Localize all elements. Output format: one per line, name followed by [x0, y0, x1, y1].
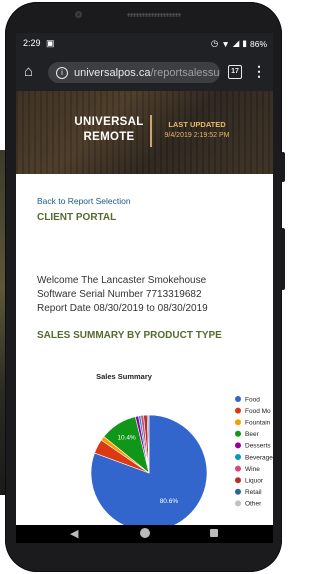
- sales-summary-heading: SALES SUMMARY BY PRODUCT TYPE: [37, 330, 222, 341]
- front-camera-icon: [75, 11, 82, 18]
- welcome-text: Welcome The Lancaster Smokehouse: [37, 275, 207, 286]
- legend-label[interactable]: Beverage: [245, 454, 273, 461]
- legend-swatch: [235, 407, 241, 414]
- legend-label[interactable]: Beer: [245, 431, 260, 438]
- url-path: /reportsalessum: [150, 66, 220, 79]
- legend-label[interactable]: Desserts: [245, 443, 271, 450]
- pie-data-label: 10.4%: [117, 434, 136, 441]
- info-icon[interactable]: i: [56, 66, 68, 79]
- back-triangle-icon[interactable]: ◀: [70, 527, 78, 540]
- legend-swatch: [235, 430, 241, 437]
- android-nav-bar: ◀: [16, 525, 273, 543]
- legend-swatch: [235, 396, 241, 402]
- banner-divider: [150, 115, 152, 147]
- last-updated-label: LAST UPDATED: [168, 120, 226, 129]
- legend-swatch: [235, 488, 241, 495]
- phone-frame: 2:29 ▣ ◷ ▼ ◢ ▮ 86% ⌂ i universalpos.ca/r…: [5, 2, 282, 572]
- volume-button: [281, 228, 285, 290]
- serial-number-text: Software Serial Number 7713319682: [37, 289, 202, 300]
- photo-icon: ▣: [46, 38, 55, 48]
- url-host: universalpos.ca: [74, 66, 151, 79]
- alarm-icon: ◷: [210, 38, 219, 48]
- brand-name-line1: UNIVERSAL: [74, 116, 144, 128]
- phone-screen: 2:29 ▣ ◷ ▼ ◢ ▮ 86% ⌂ i universalpos.ca/r…: [16, 33, 273, 543]
- legend-swatch: [235, 419, 241, 426]
- address-bar[interactable]: i universalpos.ca/reportsalessum: [48, 62, 220, 83]
- pie-data-label: 80.6%: [160, 498, 179, 505]
- legend-label[interactable]: Liquor: [245, 478, 264, 485]
- sales-summary-chart: Sales Summary 80.6% 10.4% Food Food Mo Foun…: [90, 372, 273, 532]
- site-banner: UNIVERSAL REMOTE LAST UPDATED 9/4/2019 2…: [16, 91, 273, 174]
- legend-swatch: [235, 500, 241, 507]
- brand-name-line2: REMOTE: [83, 131, 135, 143]
- more-vert-icon[interactable]: ⋮: [252, 64, 266, 78]
- status-bar: 2:29 ▣ ◷ ▼ ◢ ▮ 86%: [16, 33, 273, 53]
- legend-swatch: [235, 477, 241, 484]
- legend-label[interactable]: Wine: [245, 466, 260, 473]
- battery-level: 86%: [249, 38, 267, 49]
- home-icon[interactable]: ⌂: [24, 63, 33, 81]
- page-content: Back to Report Selection CLIENT PORTAL W…: [16, 174, 273, 532]
- tab-switcher-button[interactable]: 17: [228, 65, 242, 79]
- status-time: 2:29: [23, 38, 41, 48]
- legend-label[interactable]: Retail: [245, 489, 262, 496]
- back-to-report-selection-link[interactable]: Back to Report Selection: [37, 196, 131, 206]
- legend-swatch: [235, 442, 241, 449]
- last-updated-value: 9/4/2019 2:19:52 PM: [164, 132, 230, 139]
- home-circle-icon[interactable]: [140, 528, 150, 538]
- legend-label[interactable]: Food Mo: [245, 408, 271, 415]
- chart-title: Sales Summary: [96, 372, 153, 381]
- recents-square-icon[interactable]: [210, 529, 218, 537]
- power-button: [281, 152, 285, 182]
- legend-label[interactable]: Food: [245, 396, 260, 403]
- battery-icon: ▮: [242, 38, 247, 48]
- browser-toolbar: ⌂ i universalpos.ca/reportsalessum 17 ⋮: [16, 53, 273, 91]
- signal-icon: ◢: [232, 38, 240, 48]
- report-date-text: Report Date 08/30/2019 to 08/30/2019: [37, 303, 208, 314]
- status-icons: ◷ ▼ ◢ ▮ 86%: [211, 38, 267, 49]
- legend-label[interactable]: Other: [245, 501, 262, 508]
- legend-label[interactable]: Fountain: [245, 420, 271, 427]
- wifi-icon: ▼: [221, 38, 230, 49]
- earpiece-speaker: [127, 13, 181, 17]
- legend-swatch: [235, 454, 241, 460]
- legend-swatch: [235, 465, 241, 472]
- page-title: CLIENT PORTAL: [37, 212, 117, 223]
